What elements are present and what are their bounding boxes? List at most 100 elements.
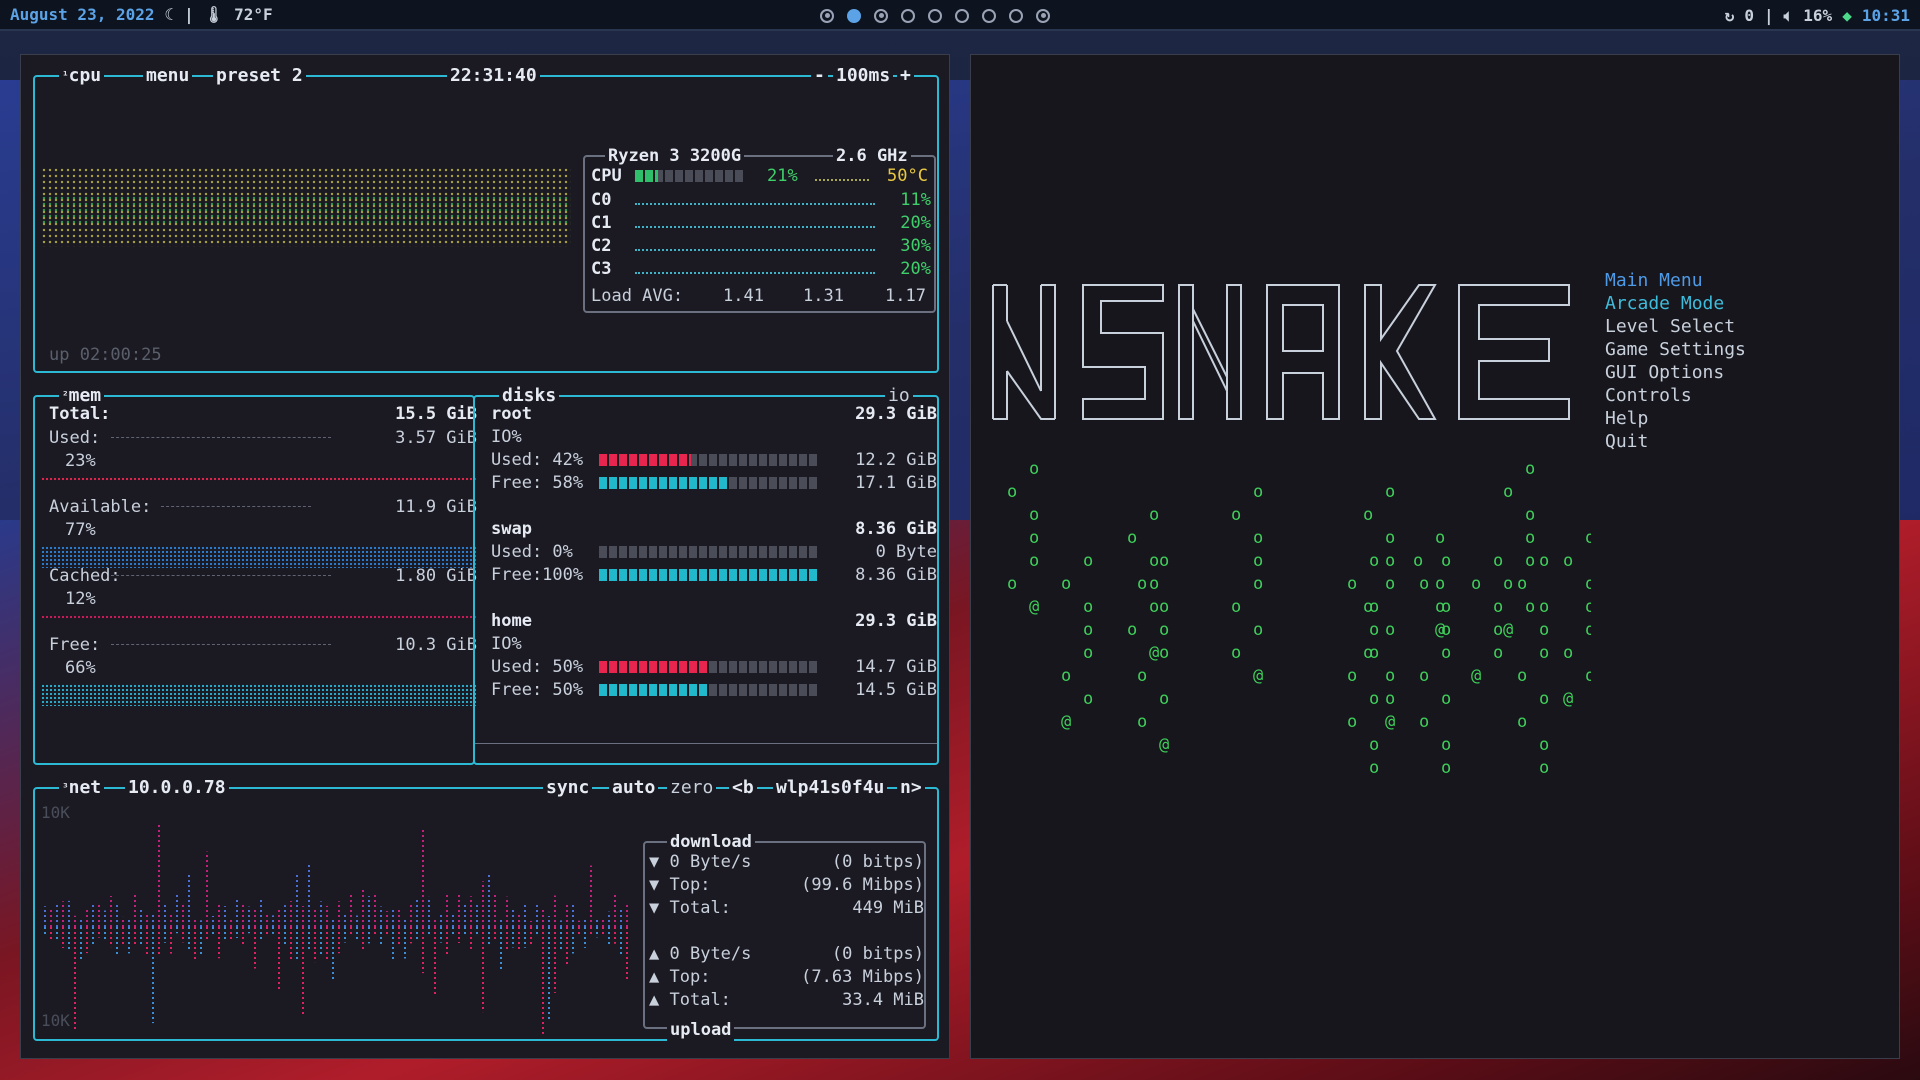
net-traffic-graph: [44, 823, 628, 1034]
disk-free-row: Free:100% 8.36 GiB: [491, 564, 937, 586]
cpu-temp-graph: [815, 177, 869, 181]
snake-segment: o: [1127, 620, 1137, 640]
cpu-usage-graph-low: [41, 195, 571, 225]
upload-value: (7.63 Mibps): [801, 967, 924, 987]
wifi-icon[interactable]: ◆: [1842, 6, 1852, 25]
snake-segment: o: [1231, 505, 1241, 525]
snake-segment: @: [1385, 712, 1395, 732]
preset-button[interactable]: preset 2: [213, 65, 306, 87]
net-ip: 10.0.0.78: [125, 777, 229, 799]
nsnake-logo: [992, 284, 1570, 420]
menu-item[interactable]: Game Settings: [1605, 338, 1746, 361]
snake-segment: @: [1471, 666, 1481, 686]
workspace-9[interactable]: [1036, 8, 1050, 23]
workspace-7[interactable]: [982, 8, 996, 23]
cpu-core-graph: [635, 224, 875, 228]
snake-segment: o: [1159, 643, 1169, 663]
workspace-5[interactable]: [928, 8, 942, 23]
cpu-core-row: C3 20%: [591, 258, 931, 280]
snake-segment: o: [1029, 528, 1039, 548]
mem-row-leader: [111, 644, 331, 646]
menu-item[interactable]: Main Menu: [1605, 269, 1746, 292]
mem-total-value: 15.5 GiB: [395, 404, 477, 424]
disk-free-value: 14.5 GiB: [855, 680, 937, 700]
mem-row-label: Used:: [49, 428, 101, 448]
workspace-4[interactable]: [901, 8, 915, 23]
mem-row-leader: [161, 506, 311, 508]
nsnake-window[interactable]: o o o o o o @ o o o o o o o @ o o o o o o @ o o o o o o o o @ o o o o o o o o @…: [970, 54, 1900, 1059]
disk-free-bar: [599, 569, 819, 581]
snake-segment: o: [1539, 597, 1549, 617]
upload-row: ▲ 0 Byte/s (0 bitps): [649, 943, 924, 965]
menu-item[interactable]: Quit: [1605, 430, 1746, 453]
snake-segment: o: [1029, 459, 1039, 479]
menu-item[interactable]: Level Select: [1605, 315, 1746, 338]
cpu-core-label: C2: [591, 236, 612, 256]
snake-segment: o: [1149, 505, 1159, 525]
snake-segment: o: [1585, 666, 1591, 686]
down-arrow-icon: ▼: [649, 898, 660, 918]
snake-segment: o: [1563, 551, 1573, 571]
snake-segment: o: [1493, 620, 1503, 640]
snake-segment: o: [1419, 666, 1429, 686]
upload-value: (0 bitps): [831, 944, 924, 964]
net-title[interactable]: ³net: [59, 777, 105, 799]
download-row: ▼ Top: (99.6 Mibps): [649, 874, 924, 896]
download-label: Top:: [669, 875, 711, 895]
mem-row-percent: 77%: [65, 520, 96, 540]
disk-io: IO%: [491, 427, 522, 447]
interval-decrease-button[interactable]: -: [811, 65, 828, 87]
disk-used-bar: [599, 661, 709, 673]
snake-segment: o: [1385, 689, 1395, 709]
mem-total-label: Total:: [49, 404, 111, 424]
cpu-title[interactable]: ¹cpu: [59, 65, 105, 87]
speaker-icon[interactable]: 🔈︎: [1784, 6, 1794, 26]
interval-increase-button[interactable]: +: [897, 65, 914, 87]
disk-free-label: Free:100%: [491, 565, 584, 585]
disk-size: 29.3 GiB: [855, 404, 937, 424]
cpu-core-row: C1 20%: [591, 212, 931, 234]
snake-segment: o: [1441, 597, 1451, 617]
snake-segment: o: [1517, 574, 1527, 594]
menu-item[interactable]: GUI Options: [1605, 361, 1746, 384]
snake-segment: o: [1253, 482, 1263, 502]
workspace-8[interactable]: [1009, 8, 1023, 23]
refresh-icon[interactable]: ↻: [1725, 6, 1735, 25]
down-arrow-icon: ▼: [649, 852, 660, 872]
menu-item[interactable]: Help: [1605, 407, 1746, 430]
workspace-6[interactable]: [955, 8, 969, 23]
cpu-core-label: C3: [591, 259, 612, 279]
menu-item[interactable]: Arcade Mode: [1605, 292, 1746, 315]
net-next-button[interactable]: n>: [897, 777, 925, 799]
disks-bottom-rule: [475, 743, 937, 744]
disk-used-value: 14.7 GiB: [855, 657, 937, 677]
workspace-3[interactable]: [874, 8, 888, 23]
mem-usage-graph: [41, 684, 477, 706]
net-zero-toggle[interactable]: zero: [667, 777, 717, 799]
btop-window[interactable]: ¹cpu menu preset 2 22:31:40 - 100ms + up…: [20, 54, 950, 1059]
workspace-2[interactable]: [847, 8, 861, 23]
clock-label: 10:31: [1861, 6, 1910, 25]
menu-button[interactable]: menu: [143, 65, 193, 87]
snake-segment: o: [1539, 689, 1549, 709]
snake-segment: o: [1517, 712, 1527, 732]
snake-segment: @: [1253, 666, 1263, 686]
mem-total-row: Total: 15.5 GiB: [49, 403, 477, 425]
disk-free-row: Free: 50% 14.5 GiB: [491, 679, 937, 701]
net-prev-button[interactable]: <b: [729, 777, 757, 799]
cpu-core-percent: 30%: [900, 236, 931, 256]
cpu-total-row: CPU 21% 50°C: [591, 165, 931, 187]
snake-segment: o: [1231, 643, 1241, 663]
snake-segment: o: [1149, 597, 1159, 617]
net-auto-toggle[interactable]: auto: [609, 777, 659, 799]
net-sync-toggle[interactable]: sync: [543, 777, 593, 799]
disk-io-row: IO%: [491, 633, 937, 655]
snake-segment: o: [1585, 597, 1591, 617]
mem-usage-graph: [41, 615, 477, 619]
workspace-1[interactable]: [820, 8, 834, 23]
mem-row-label: Cached:: [49, 566, 121, 586]
menu-item[interactable]: Controls: [1605, 384, 1746, 407]
disk-size: 29.3 GiB: [855, 611, 937, 631]
snake-segment: o: [1347, 574, 1357, 594]
snake-segment: o: [1441, 735, 1451, 755]
